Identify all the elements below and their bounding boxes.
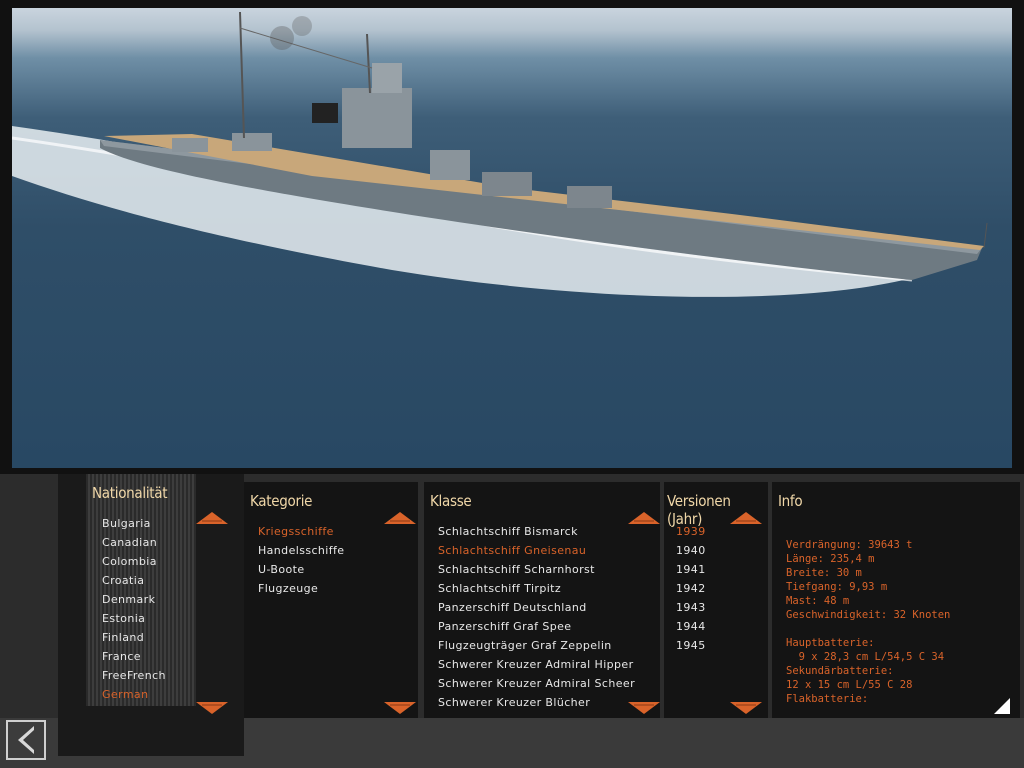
category-column: Kategorie Kriegsschiffe Handelsschiffe U…	[244, 482, 418, 718]
category-item[interactable]: Handelsschiffe	[258, 541, 344, 560]
class-item[interactable]: Panzerschiff Deutschland	[438, 598, 635, 617]
category-scroll-down-icon[interactable]	[384, 702, 416, 714]
version-item[interactable]: 1942	[676, 579, 706, 598]
class-item[interactable]: Panzerschiff Graf Spee	[438, 617, 635, 636]
nationality-list: Bulgaria Canadian Colombia Croatia Denma…	[102, 514, 166, 704]
nationality-item[interactable]: Canadian	[102, 533, 166, 552]
nationality-item[interactable]: Bulgaria	[102, 514, 166, 533]
nationality-item[interactable]: FreeFrench	[102, 666, 166, 685]
class-column: Klasse Schlachtschiff Bismarck Schlachts…	[424, 482, 660, 718]
info-title: Info	[778, 492, 803, 510]
nationality-scroll-up-icon[interactable]	[196, 512, 228, 524]
nationality-item[interactable]: Croatia	[102, 571, 166, 590]
version-item[interactable]: 1941	[676, 560, 706, 579]
versions-column: Versionen (Jahr) 1939 1940 1941 1942 194…	[664, 482, 768, 718]
category-item[interactable]: Flugzeuge	[258, 579, 344, 598]
class-item[interactable]: Flugzeugträger Graf Zeppelin	[438, 636, 635, 655]
class-list: Schlachtschiff Bismarck Schlachtschiff G…	[438, 522, 635, 712]
nationality-title: Nationalität	[92, 484, 168, 502]
category-title: Kategorie	[250, 492, 313, 510]
nationality-item[interactable]: Colombia	[102, 552, 166, 571]
category-item-selected[interactable]: Kriegsschiffe	[258, 522, 344, 541]
class-scroll-down-icon[interactable]	[628, 702, 660, 714]
versions-scroll-down-icon[interactable]	[730, 702, 762, 714]
version-item-selected[interactable]: 1939	[676, 522, 706, 541]
ship-viewport[interactable]	[12, 8, 1012, 468]
class-item[interactable]: Schlachtschiff Scharnhorst	[438, 560, 635, 579]
resize-corner-icon[interactable]	[994, 698, 1010, 714]
ship-render	[12, 11, 988, 297]
nationality-scroll-down-icon[interactable]	[196, 702, 228, 714]
info-column: Info Verdrängung: 39643 t Länge: 235,4 m…	[772, 482, 1020, 718]
category-item[interactable]: U-Boote	[258, 560, 344, 579]
back-arrow-icon	[18, 726, 34, 754]
class-item[interactable]: Schwerer Kreuzer Admiral Scheer	[438, 674, 635, 693]
category-list: Kriegsschiffe Handelsschiffe U-Boote Flu…	[258, 522, 344, 598]
versions-scroll-up-icon[interactable]	[730, 512, 762, 524]
class-item[interactable]: Schlachtschiff Bismarck	[438, 522, 635, 541]
class-item[interactable]: Schwerer Kreuzer Blücher	[438, 693, 635, 712]
nationality-item[interactable]: Denmark	[102, 590, 166, 609]
class-item[interactable]: Schlachtschiff Tirpitz	[438, 579, 635, 598]
class-item-selected[interactable]: Schlachtschiff Gneisenau	[438, 541, 635, 560]
nationality-item[interactable]: Finland	[102, 628, 166, 647]
version-item[interactable]: 1940	[676, 541, 706, 560]
class-item[interactable]: Schwerer Kreuzer Admiral Hipper	[438, 655, 635, 674]
nationality-item[interactable]: France	[102, 647, 166, 666]
class-scroll-up-icon[interactable]	[628, 512, 660, 524]
back-button[interactable]	[6, 720, 46, 760]
versions-list: 1939 1940 1941 1942 1943 1944 1945	[676, 522, 706, 655]
nationality-column: Nationalität Bulgaria Canadian Colombia …	[86, 474, 196, 706]
version-item[interactable]: 1945	[676, 636, 706, 655]
version-item[interactable]: 1943	[676, 598, 706, 617]
nationality-item-selected[interactable]: German	[102, 685, 166, 704]
class-title: Klasse	[430, 492, 472, 510]
nationality-item[interactable]: Estonia	[102, 609, 166, 628]
info-text: Verdrängung: 39643 t Länge: 235,4 m Brei…	[786, 539, 951, 705]
version-item[interactable]: 1944	[676, 617, 706, 636]
category-scroll-up-icon[interactable]	[384, 512, 416, 524]
